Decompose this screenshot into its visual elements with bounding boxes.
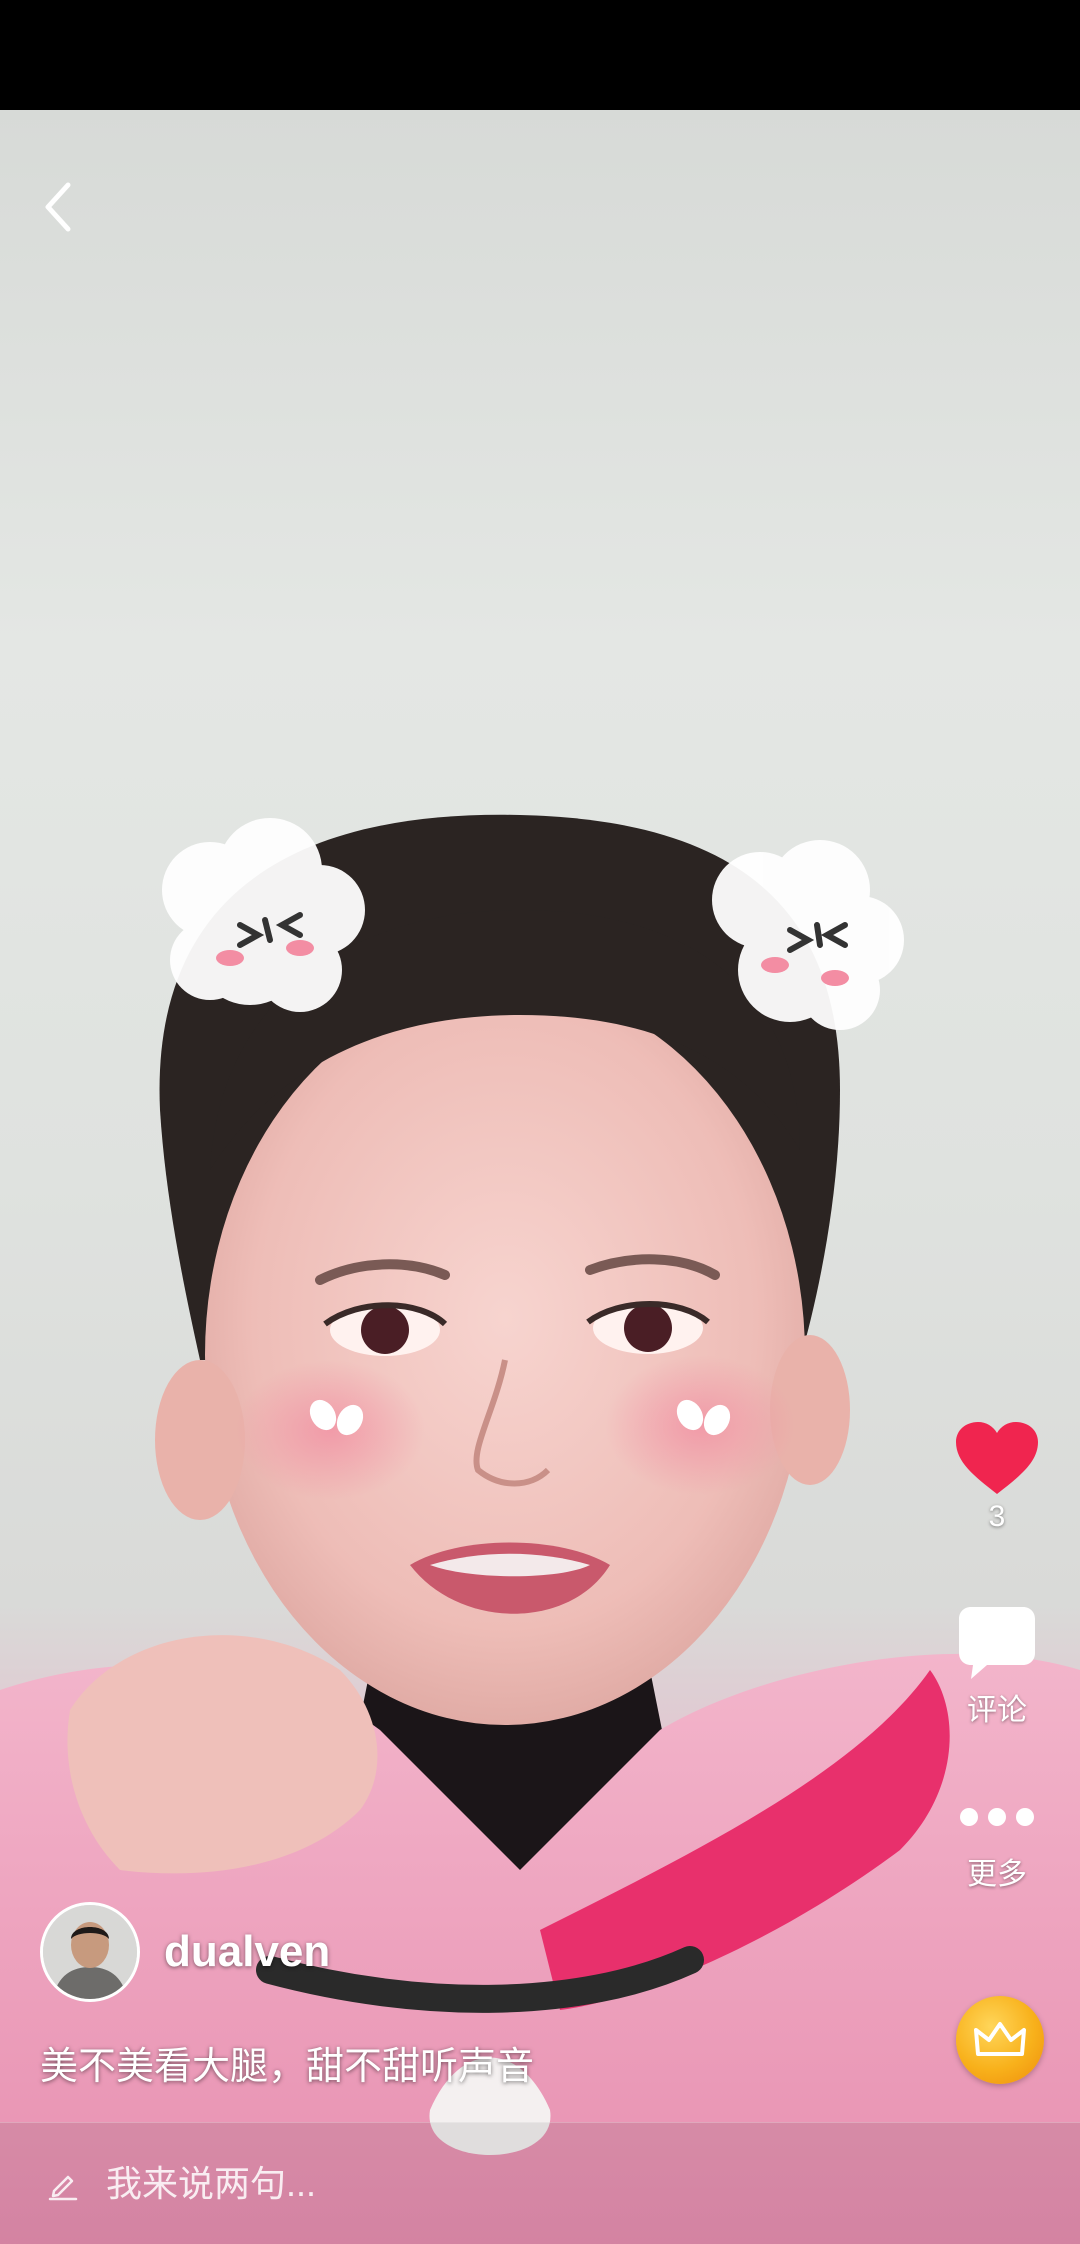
author-info[interactable]: dualven [40, 1902, 330, 2002]
video-caption: 美不美看大腿，甜不甜听声音 [40, 2046, 535, 2088]
status-bar [0, 0, 1080, 110]
vip-crown-button[interactable] [956, 1996, 1044, 2084]
video-player-screen: 3 评论 更多 dualven 美不美看大腿，甜不甜听声音 我来说两句... [0, 0, 1080, 2244]
heart-icon [956, 1422, 1038, 1494]
comment-label: 评论 [967, 1694, 1027, 1727]
speech-bubble-icon [959, 1607, 1035, 1679]
chevron-left-icon [45, 182, 71, 232]
comment-input[interactable] [104, 2162, 908, 2206]
more-button[interactable]: 更多 [932, 1805, 1062, 1893]
pencil-icon [48, 2175, 78, 2201]
like-button[interactable]: 3 [932, 1420, 1062, 1534]
ellipsis-icon [960, 1808, 1034, 1826]
back-button[interactable] [28, 172, 88, 242]
like-count: 3 [988, 1500, 1006, 1533]
author-name[interactable]: dualven [164, 1927, 330, 1977]
avatar-image [43, 1905, 137, 1999]
comment-button[interactable]: 评论 [932, 1605, 1062, 1729]
avatar[interactable] [40, 1902, 140, 2002]
more-label: 更多 [967, 1858, 1027, 1891]
crown-icon [974, 2022, 1026, 2056]
comment-input-bar[interactable] [0, 2122, 1080, 2244]
